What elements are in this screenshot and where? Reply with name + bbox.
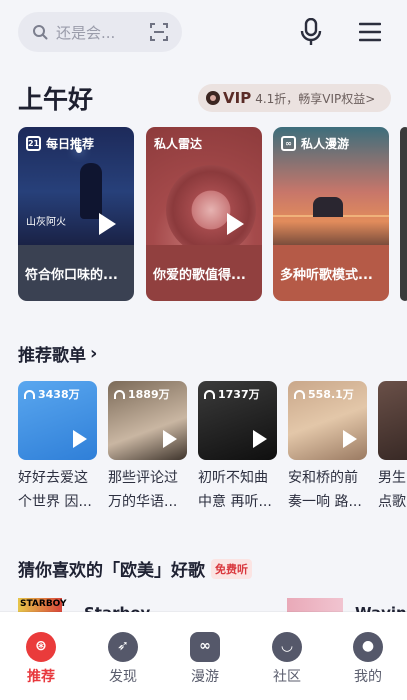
top-bar: 还是会...: [18, 12, 389, 52]
nav-label: 推荐: [27, 669, 55, 685]
play-icon[interactable]: [227, 213, 244, 235]
guess-you-like-header[interactable]: 猜你喜欢的「欧美」好歌 免费听: [18, 556, 252, 581]
search-input[interactable]: 还是会...: [18, 12, 182, 52]
infinity-icon: ∞: [281, 136, 296, 151]
play-count: 1889万: [114, 386, 170, 402]
recommended-playlists-header[interactable]: 推荐歌单 ›: [18, 341, 97, 366]
daily-recommend-card[interactable]: 山灰阿火 21 每日推荐 符合你口味的...: [18, 127, 134, 301]
playlist-card[interactable]: 1737万 初听不知曲中意 再听...: [198, 381, 277, 514]
playlist-cover: 1889万: [108, 381, 187, 460]
private-radar-card[interactable]: 私人雷达 你爱的歌值得...: [146, 127, 262, 301]
nav-label: 发现: [109, 669, 137, 685]
recommend-icon: ⊛: [26, 632, 56, 662]
playlist-name: 安和桥的前奏一响 路...: [288, 470, 362, 510]
nav-community[interactable]: ◡ 社区: [257, 632, 317, 686]
headphones-icon: [294, 389, 305, 399]
playlist-card[interactable]: 3438万 好好去爱这个世界 因...: [18, 381, 97, 514]
card-art-vinyl: [166, 165, 256, 255]
search-icon: [33, 25, 48, 40]
nav-label: 我的: [354, 669, 382, 685]
scan-icon[interactable]: [150, 23, 168, 41]
headphones-icon: [204, 389, 215, 399]
vip-label: VIP: [223, 89, 252, 107]
profile-icon: ●: [353, 632, 383, 662]
card-art-figures: [313, 197, 343, 217]
nav-profile[interactable]: ● 我的: [338, 632, 398, 686]
discover-icon: ➶: [108, 632, 138, 662]
search-placeholder: 还是会...: [56, 23, 116, 42]
vip-promo-banner[interactable]: VIP 4.1折，畅享VIP权益>: [198, 84, 391, 112]
nav-recommend[interactable]: ⊛ 推荐: [11, 632, 71, 686]
chevron-right-icon: ›: [90, 343, 98, 364]
card-caption: 符合你口味的...: [18, 245, 134, 301]
headphones-icon: [24, 389, 35, 399]
nav-roam[interactable]: ∞ 漫游: [175, 632, 235, 686]
more-card-peek[interactable]: [400, 127, 407, 301]
free-listen-badge: 免费听: [211, 558, 252, 579]
play-icon[interactable]: [343, 430, 357, 448]
playlist-card[interactable]: 558.1万 安和桥的前奏一响 路...: [288, 381, 367, 514]
playlist-cover: 3438万: [18, 381, 97, 460]
card-art-figure: [80, 163, 102, 219]
nav-discover[interactable]: ➶ 发现: [93, 632, 153, 686]
nav-label: 漫游: [191, 669, 219, 685]
microphone-icon[interactable]: [300, 18, 322, 46]
roam-icon: ∞: [190, 632, 220, 662]
headphones-icon: [114, 389, 125, 399]
card-art-text: 山灰阿火: [26, 217, 66, 228]
calendar-icon: 21: [26, 136, 41, 151]
playlist-cover: 1737万: [198, 381, 277, 460]
play-count: 3438万: [24, 386, 80, 402]
card-tag: 私人雷达: [154, 137, 203, 151]
card-caption: 你爱的歌值得...: [146, 245, 262, 301]
play-count: 558.1万: [294, 386, 354, 402]
play-icon[interactable]: [253, 430, 267, 448]
playlist-cover: 558.1万: [288, 381, 367, 460]
playlist-card[interactable]: 1889万 那些评论过万的华语...: [108, 381, 187, 514]
playlist-card-peek[interactable]: 男生点歌: [378, 381, 407, 514]
card-tag: ∞ 私人漫游: [281, 135, 349, 152]
playlist-name: 好好去爱这个世界 因...: [18, 470, 92, 510]
play-count: 1737万: [204, 386, 260, 402]
playlist-cover: [378, 381, 407, 460]
play-icon[interactable]: [99, 213, 116, 235]
play-icon[interactable]: [73, 430, 87, 448]
menu-icon[interactable]: [359, 22, 381, 42]
playlist-name: 那些评论过万的华语...: [108, 470, 178, 510]
greeting-title: 上午好: [18, 85, 94, 114]
private-roam-card[interactable]: ∞ 私人漫游 多种听歌模式...: [273, 127, 389, 301]
playlist-name: 初听不知曲中意 再听...: [198, 470, 272, 510]
playlist-name: 男生点歌: [378, 470, 406, 510]
song-cover-text: STARBOY: [20, 599, 67, 609]
community-icon: ◡: [272, 632, 302, 662]
card-caption: 多种听歌模式...: [273, 245, 389, 301]
vinyl-icon: [206, 91, 220, 105]
play-icon[interactable]: [163, 430, 177, 448]
vip-promo-text: 4.1折，畅享VIP权益>: [255, 91, 376, 106]
nav-label: 社区: [273, 669, 301, 685]
bottom-nav: ⊛ 推荐 ➶ 发现 ∞ 漫游 ◡ 社区 ● 我的: [0, 612, 407, 700]
card-tag: 21 每日推荐: [26, 136, 95, 151]
